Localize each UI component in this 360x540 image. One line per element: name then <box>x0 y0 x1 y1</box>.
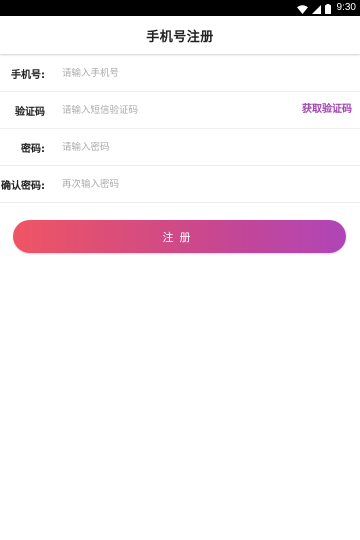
register-button[interactable]: 注册 <box>13 220 346 253</box>
confirm-password-label: 确认密码: <box>1 180 45 192</box>
battery-icon <box>324 0 331 18</box>
code-row: 验证码 获取验证码 <box>0 92 360 129</box>
status-time: 9:30 <box>336 2 356 13</box>
code-input[interactable] <box>62 104 282 116</box>
status-icons: 9:30 <box>296 0 356 18</box>
app-bar: 手机号注册 <box>0 16 360 54</box>
phone-input[interactable] <box>62 67 282 79</box>
code-label: 验证码 <box>15 106 45 118</box>
phone-row: 手机号: <box>0 55 360 92</box>
get-code-button[interactable]: 获取验证码 <box>302 92 352 128</box>
page-title: 手机号注册 <box>146 29 214 45</box>
signal-icon <box>311 0 321 18</box>
password-row: 密码: <box>0 129 360 166</box>
wifi-icon <box>296 0 308 18</box>
confirm-password-row: 确认密码: <box>0 166 360 203</box>
password-input[interactable] <box>62 141 282 153</box>
phone-label: 手机号: <box>11 69 45 81</box>
password-label: 密码: <box>21 143 45 155</box>
confirm-password-input[interactable] <box>62 178 282 190</box>
register-button-label: 注册 <box>162 230 197 244</box>
status-bar: 9:30 <box>0 0 360 16</box>
register-form: 手机号: 验证码 获取验证码 密码: 确认密码: <box>0 55 360 203</box>
